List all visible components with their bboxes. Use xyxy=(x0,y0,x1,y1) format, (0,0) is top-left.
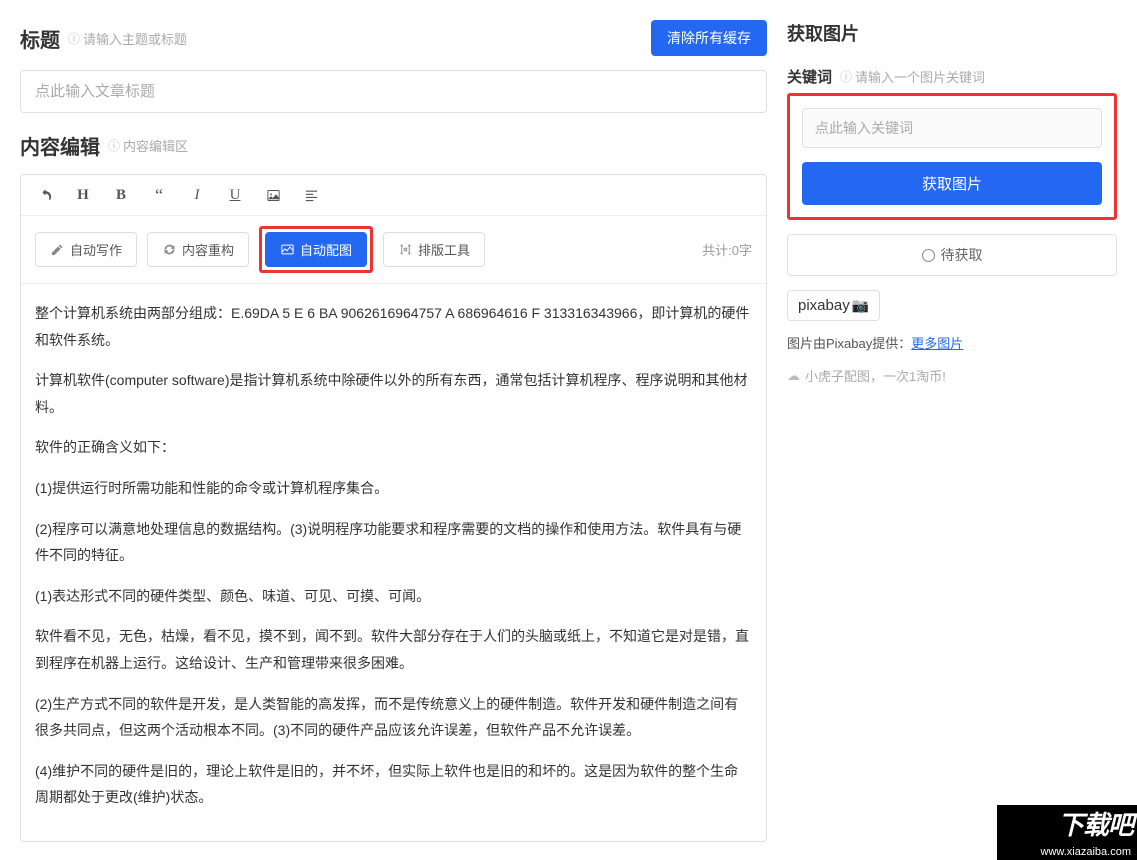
camera-icon: 📷 xyxy=(852,297,869,314)
pixabay-logo: pixabay 📷 xyxy=(787,290,880,321)
editor-paragraph: (2)生产方式不同的软件是开发，是人类智能的高发挥，而不是传统意义上的硬件制造。… xyxy=(35,691,752,744)
bold-icon[interactable]: B xyxy=(111,185,131,205)
info-icon xyxy=(68,30,80,47)
fetch-image-button[interactable]: 获取图片 xyxy=(802,162,1102,205)
editor-paragraph: 整个计算机系统由两部分组成：E.69DA 5 E 6 BA 9062616964… xyxy=(35,300,752,353)
format-toolbar: H B “ I U xyxy=(21,175,766,216)
editor-paragraph: (1)提供运行时所需功能和性能的命令或计算机程序集合。 xyxy=(35,475,752,502)
auto-image-button[interactable]: 自动配图 xyxy=(265,232,367,267)
align-icon[interactable] xyxy=(301,185,321,205)
more-images-link[interactable]: 更多图片 xyxy=(911,336,963,351)
quote-icon[interactable]: “ xyxy=(149,185,169,205)
editor-paragraph: (4)维护不同的硬件是旧的，理论上软件是旧的，并不坏，但实际上软件也是旧的和坏的… xyxy=(35,758,752,811)
cloud-icon xyxy=(787,368,800,384)
restructure-button[interactable]: 内容重构 xyxy=(147,232,249,267)
editor-box: H B “ I U 自动写作 内容重构 自动配图 排版工具 共计:0字 xyxy=(20,174,767,842)
title-hint: 请输入主题或标题 xyxy=(83,29,187,48)
editor-content[interactable]: 整个计算机系统由两部分组成：E.69DA 5 E 6 BA 9062616964… xyxy=(21,284,766,841)
right-panel: 获取图片 关键词 请输入一个图片关键词 获取图片 待获取 pixabay 📷 图… xyxy=(787,20,1117,842)
footer-hint: 小虎子配图，一次1淘币! xyxy=(787,366,1117,385)
pending-status: 待获取 xyxy=(787,234,1117,276)
editor-paragraph: (1)表达形式不同的硬件类型、颜色、味道、可见、可摸、可闻。 xyxy=(35,583,752,610)
image-panel-title: 获取图片 xyxy=(787,20,1117,46)
left-panel: 标题 请输入主题或标题 清除所有缓存 内容编辑 内容编辑区 H B “ I U xyxy=(20,20,767,842)
title-label: 标题 xyxy=(20,24,60,53)
highlight-keyword-box: 获取图片 xyxy=(787,93,1117,220)
layout-tool-button[interactable]: 排版工具 xyxy=(383,232,485,267)
keyword-hint: 请输入一个图片关键词 xyxy=(855,67,985,86)
content-label: 内容编辑 xyxy=(20,131,100,160)
editor-paragraph: (2)程序可以满意地处理信息的数据结构。(3)说明程序功能要求和程序需要的文档的… xyxy=(35,516,752,569)
editor-paragraph: 计算机软件(computer software)是指计算机系统中除硬件以外的所有… xyxy=(35,367,752,420)
provider-text: 图片由Pixabay提供：更多图片 xyxy=(787,333,1117,352)
italic-icon[interactable]: I xyxy=(187,185,207,205)
clear-cache-button[interactable]: 清除所有缓存 xyxy=(651,20,767,56)
circle-icon xyxy=(922,249,935,262)
editor-paragraph: 软件的正确含义如下： xyxy=(35,434,752,461)
keyword-label: 关键词 xyxy=(787,66,832,87)
watermark: 下载吧 www.xiazaiba.com xyxy=(997,805,1137,860)
auto-write-button[interactable]: 自动写作 xyxy=(35,232,137,267)
highlight-auto-image: 自动配图 xyxy=(259,226,373,273)
title-input[interactable] xyxy=(20,70,767,113)
underline-icon[interactable]: U xyxy=(225,185,245,205)
info-icon xyxy=(840,68,852,85)
image-icon[interactable] xyxy=(263,185,283,205)
heading-icon[interactable]: H xyxy=(73,185,93,205)
word-count: 共计:0字 xyxy=(702,240,752,259)
info-icon xyxy=(108,137,120,154)
content-hint: 内容编辑区 xyxy=(123,136,188,155)
keyword-input[interactable] xyxy=(802,108,1102,148)
undo-icon[interactable] xyxy=(35,185,55,205)
editor-paragraph: 软件看不见，无色，枯燥，看不见，摸不到，闻不到。软件大部分存在于人们的头脑或纸上… xyxy=(35,623,752,676)
